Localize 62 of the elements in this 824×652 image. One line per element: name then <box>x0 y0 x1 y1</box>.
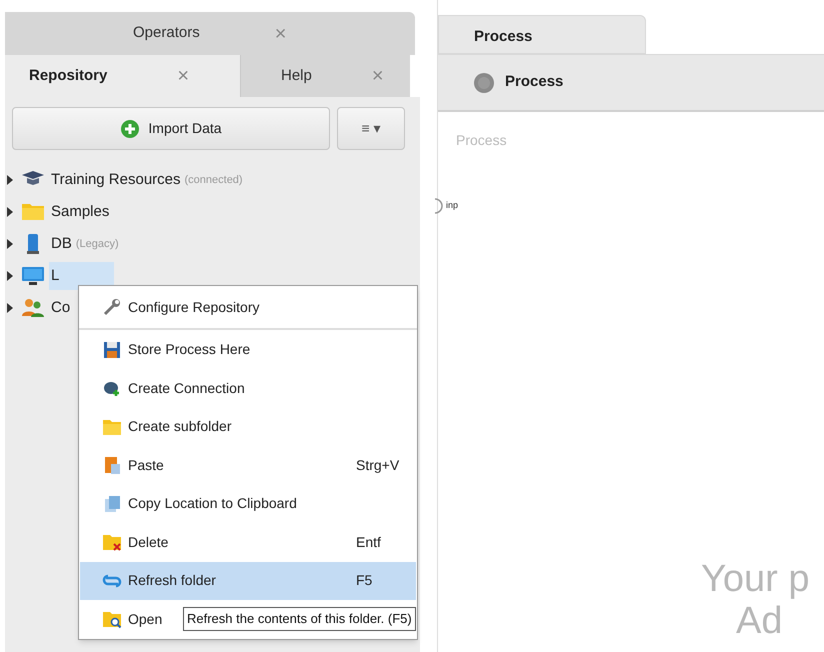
import-data-button[interactable]: Import Data <box>12 107 330 150</box>
canvas-title: Process <box>456 131 507 150</box>
menu-item-label: Refresh folder <box>128 571 216 590</box>
menu-item[interactable]: Create subfolder <box>80 408 416 446</box>
expand-arrow-icon <box>5 270 15 282</box>
expand-arrow-icon <box>5 206 15 218</box>
hint-text: Your p <box>701 560 810 598</box>
item-label: DB <box>51 234 72 254</box>
item-note: (connected) <box>184 172 243 188</box>
panel-tab[interactable]: Help × <box>240 55 410 97</box>
tree-item[interactable]: DB (Legacy) <box>49 230 121 258</box>
port-label: inp <box>446 199 458 212</box>
panel-tab[interactable]: Repository × <box>5 55 240 97</box>
menu-item[interactable]: Configure Repository <box>80 288 416 326</box>
tab-label: Operators <box>133 23 200 44</box>
item-label: Training Resources <box>51 170 180 190</box>
menu-item[interactable]: Store Process Here <box>80 330 416 369</box>
breadcrumb-label[interactable]: Process <box>505 71 564 94</box>
tab-label: Help <box>281 66 312 86</box>
shortcut-label: Entf <box>356 532 382 552</box>
menu-item[interactable]: Copy Location to Clipboard <box>80 484 416 523</box>
plus-icon <box>120 118 140 138</box>
clipboard-icon <box>102 455 122 476</box>
expand-arrow-icon <box>5 238 15 250</box>
menu-item[interactable]: Delete Entf <box>80 523 416 562</box>
menu-item[interactable]: Refresh folder F5 <box>80 562 416 600</box>
menu-item-label: Open <box>128 610 162 629</box>
people-icon <box>21 297 45 319</box>
wrench-icon <box>102 297 122 318</box>
folder-delete-icon <box>102 532 122 552</box>
menu-item[interactable]: Create Connection <box>80 369 416 408</box>
shortcut-label: F5 <box>356 571 374 590</box>
menu-item-label: Copy Location to Clipboard <box>128 494 297 514</box>
item-note: (Legacy) <box>76 236 119 252</box>
shortcut-label: Strg+V <box>356 456 400 475</box>
item-label: Co <box>51 298 70 318</box>
expand-arrow-icon <box>5 302 15 314</box>
tree-item[interactable]: Training Resources (connected) <box>49 166 245 194</box>
operators-tab[interactable]: Operators × <box>5 12 415 55</box>
documents-icon <box>102 494 122 514</box>
monitor-icon <box>21 265 45 287</box>
item-label: Samples <box>51 202 110 222</box>
item-label: L <box>51 266 60 286</box>
expand-arrow-icon <box>5 174 15 186</box>
menu-item[interactable]: Paste Strg+V <box>80 446 416 484</box>
folder-icon <box>21 201 45 223</box>
tooltip: Refresh the contents of this folder. (F5) <box>183 607 416 630</box>
menu-item-label: Create Connection <box>128 378 245 398</box>
tree-item[interactable]: Samples <box>49 198 112 226</box>
tab-label: Repository <box>29 66 108 86</box>
tree-item[interactable]: L <box>49 262 114 290</box>
hint-text: Ad <box>736 602 782 640</box>
menu-item-label: Configure Repository <box>128 298 260 317</box>
menu-button[interactable]: ≡ ▾ <box>337 107 405 150</box>
menu-item-label: Delete <box>128 532 168 552</box>
process-tab[interactable]: Process <box>438 15 646 54</box>
tree-item[interactable]: Co <box>49 294 72 322</box>
folder-search-icon <box>102 609 122 630</box>
circle-icon <box>473 72 495 94</box>
menu-item-label: Store Process Here <box>128 340 250 360</box>
menu-item-label: Create subfolder <box>128 417 232 436</box>
menu-item-label: Paste <box>128 456 164 475</box>
